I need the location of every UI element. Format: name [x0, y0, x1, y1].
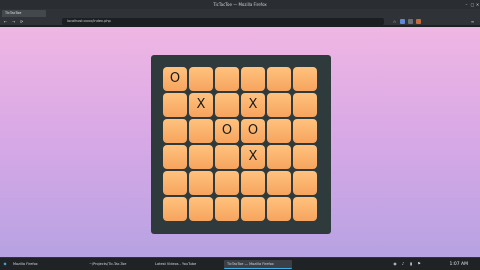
board-cell[interactable] [267, 93, 291, 117]
board-cell[interactable] [293, 93, 317, 117]
board-cell[interactable] [163, 119, 187, 143]
board-cell[interactable] [267, 119, 291, 143]
board-cell[interactable] [215, 171, 239, 195]
board-cell[interactable] [267, 67, 291, 91]
taskbar: ◆ Mozilla Firefox ~/Projects/Tic-Tac-Toe… [0, 257, 480, 270]
board-cell[interactable] [189, 67, 213, 91]
page-content: O X X O O X [0, 27, 480, 257]
board-cell[interactable] [215, 197, 239, 221]
board-cell[interactable] [163, 197, 187, 221]
board-cell[interactable]: X [241, 145, 265, 169]
board-cell[interactable] [163, 93, 187, 117]
board-cell[interactable] [241, 171, 265, 195]
url-bar[interactable]: localhost:xxxx/Index.php [62, 18, 384, 25]
board-cell[interactable]: X [189, 93, 213, 117]
forward-icon[interactable]: → [11, 19, 16, 24]
account-icon[interactable] [408, 19, 413, 24]
board-cell[interactable]: X [241, 93, 265, 117]
taskbar-item[interactable]: Mozilla Firefox [10, 260, 56, 269]
board-cell[interactable] [189, 171, 213, 195]
board-cell[interactable] [267, 197, 291, 221]
board-cell[interactable] [293, 119, 317, 143]
taskbar-item[interactable]: Latest Videos - YouTube [152, 260, 218, 269]
tab-bar: TicTacToe [0, 9, 480, 17]
clock: 1:07 AM [449, 262, 469, 267]
board-cell[interactable]: O [215, 119, 239, 143]
board-cell[interactable] [215, 93, 239, 117]
taskbar-item-active[interactable]: TicTacToe — Mozilla Firefox [224, 260, 292, 269]
tab-tictactoe[interactable]: TicTacToe [2, 10, 46, 17]
window-titlebar: TicTacToe — Mozilla Firefox – ▢ ✕ [0, 0, 480, 9]
board-cell[interactable] [293, 171, 317, 195]
volume-icon[interactable]: ♪ [400, 261, 406, 267]
battery-icon[interactable]: ▮ [408, 261, 414, 267]
board-cell[interactable] [189, 119, 213, 143]
network-icon[interactable]: ◉ [392, 261, 398, 267]
extension-icon[interactable] [416, 19, 421, 24]
board-cell[interactable] [293, 67, 317, 91]
board-cell[interactable] [267, 145, 291, 169]
board-cell[interactable] [293, 197, 317, 221]
board-cell[interactable] [163, 171, 187, 195]
board-cell[interactable] [241, 67, 265, 91]
notifications-icon[interactable]: ⚑ [416, 261, 422, 267]
navigation-bar: ← → ⟳ localhost:xxxx/Index.php ☆ ≡ [0, 17, 480, 26]
board-cell[interactable] [215, 145, 239, 169]
star-icon[interactable]: ☆ [392, 19, 397, 24]
board-cell[interactable]: O [163, 67, 187, 91]
menu-icon[interactable]: ≡ [470, 19, 475, 24]
board-cell[interactable] [189, 197, 213, 221]
window-title: TicTacToe — Mozilla Firefox [213, 2, 267, 7]
board-cell[interactable] [215, 67, 239, 91]
taskbar-item[interactable]: ~/Projects/Tic-Tac-Toe [86, 260, 146, 269]
board-cell[interactable] [241, 197, 265, 221]
back-icon[interactable]: ← [3, 19, 8, 24]
minimize-icon[interactable]: – [464, 2, 469, 7]
app-launcher-icon[interactable]: ◆ [2, 261, 8, 267]
reload-icon[interactable]: ⟳ [19, 19, 24, 24]
extension-icon[interactable] [400, 19, 405, 24]
board-cell[interactable]: O [241, 119, 265, 143]
board-cell[interactable] [293, 145, 317, 169]
board-cell[interactable] [163, 145, 187, 169]
board-cell[interactable] [189, 145, 213, 169]
tictactoe-board: O X X O O X [151, 55, 331, 234]
close-icon[interactable]: ✕ [475, 2, 480, 7]
board-cell[interactable] [267, 171, 291, 195]
